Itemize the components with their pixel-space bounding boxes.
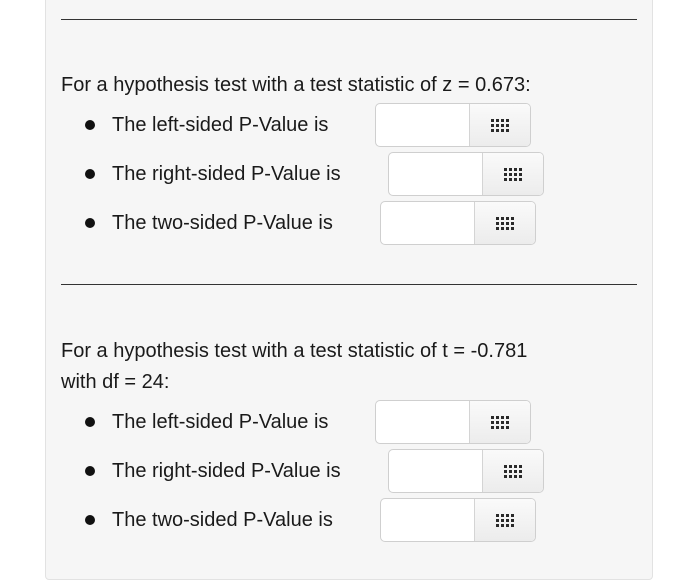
q2-right-item: The right-sided P-Value is (85, 449, 341, 493)
q1-left-item: The left-sided P-Value is (85, 103, 328, 147)
divider-middle (61, 284, 637, 285)
q2-two-input[interactable] (381, 499, 474, 541)
grid-icon (496, 513, 514, 527)
q1-right-item: The right-sided P-Value is (85, 152, 341, 196)
grid-icon (504, 167, 522, 181)
q1-two-item: The two-sided P-Value is (85, 201, 333, 245)
bullet (85, 417, 95, 427)
q2-two-answer (380, 498, 536, 542)
grid-icon (491, 118, 509, 132)
grid-icon (491, 415, 509, 429)
q1-two-answer (380, 201, 536, 245)
q1-left-label: The left-sided P-Value is (112, 113, 329, 136)
q1-right-answer (388, 152, 544, 196)
q2-right-input[interactable] (389, 450, 482, 492)
q2-left-label: The left-sided P-Value is (112, 410, 329, 433)
grid-icon (504, 464, 522, 478)
q1-two-symbol-button[interactable] (474, 202, 535, 244)
q1-right-symbol-button[interactable] (482, 153, 543, 195)
question-2-prompt: For a hypothesis test with a test statis… (61, 336, 621, 398)
bullet (85, 120, 95, 130)
question-1-prompt: For a hypothesis test with a test statis… (61, 70, 621, 101)
q2-right-label: The right-sided P-Value is (112, 459, 341, 482)
bullet (85, 169, 95, 179)
q2-two-label: The two-sided P-Value is (112, 508, 333, 531)
divider-top (61, 19, 637, 20)
bullet (85, 218, 95, 228)
q2-two-symbol-button[interactable] (474, 499, 535, 541)
q1-left-answer (375, 103, 531, 147)
q2-two-item: The two-sided P-Value is (85, 498, 333, 542)
q1-two-input[interactable] (381, 202, 474, 244)
q2-left-answer (375, 400, 531, 444)
grid-icon (496, 216, 514, 230)
q2-right-answer (388, 449, 544, 493)
q1-right-input[interactable] (389, 153, 482, 195)
q2-left-item: The left-sided P-Value is (85, 400, 328, 444)
q1-two-label: The two-sided P-Value is (112, 211, 333, 234)
q1-left-symbol-button[interactable] (469, 104, 530, 146)
question-1-prompt-text: For a hypothesis test with a test statis… (61, 74, 531, 96)
bullet (85, 515, 95, 525)
question-2-prompt-line1: For a hypothesis test with a test statis… (61, 340, 528, 362)
question-2-prompt-line2: with df = 24: (61, 371, 170, 393)
q1-left-input[interactable] (376, 104, 469, 146)
bullet (85, 466, 95, 476)
q1-right-label: The right-sided P-Value is (112, 162, 341, 185)
q2-left-symbol-button[interactable] (469, 401, 530, 443)
q2-right-symbol-button[interactable] (482, 450, 543, 492)
q2-left-input[interactable] (376, 401, 469, 443)
